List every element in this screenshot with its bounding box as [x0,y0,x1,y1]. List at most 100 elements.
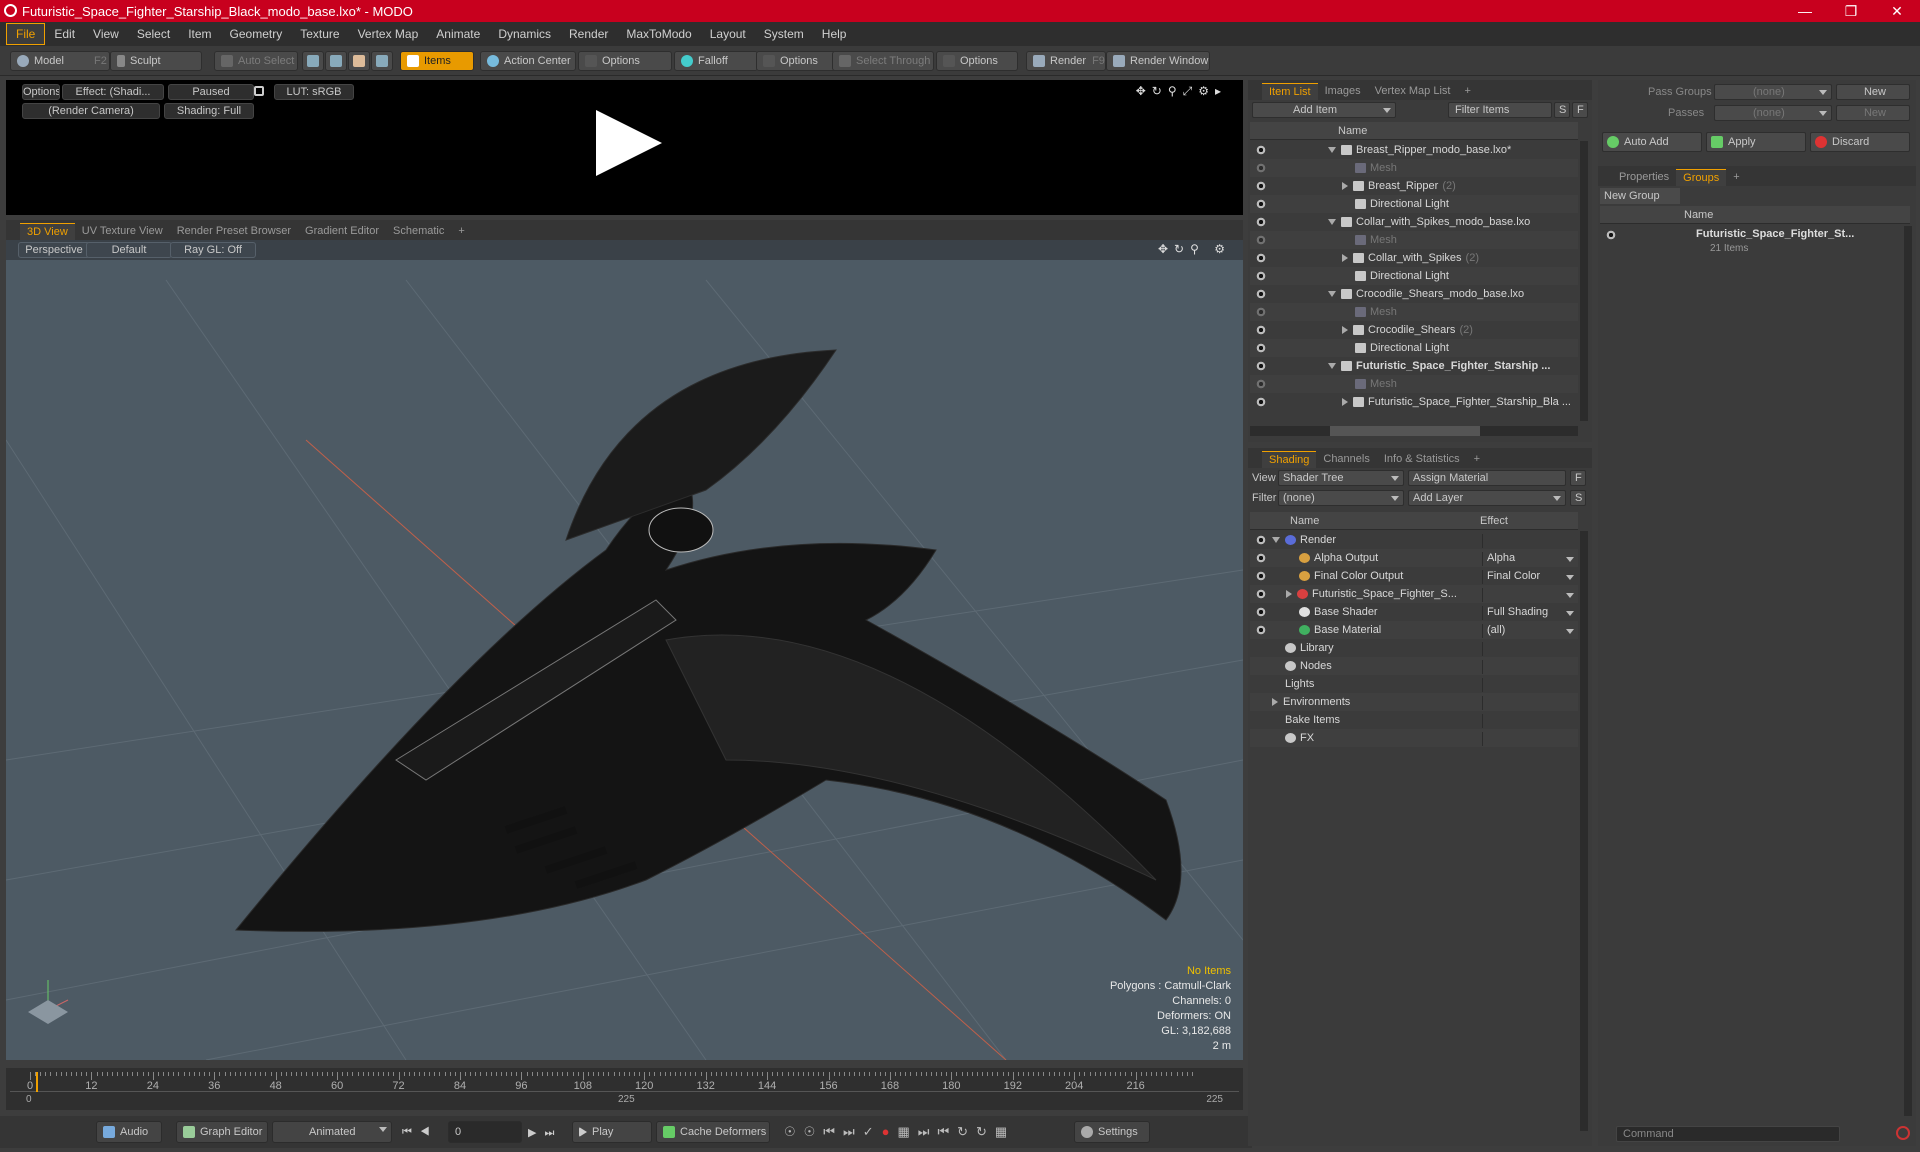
add-tab-icon[interactable]: + [1457,83,1477,100]
pass-groups-dropdown[interactable]: (none) [1714,84,1832,100]
filter-f-button[interactable]: F [1572,102,1588,118]
shader-tree-row[interactable]: Base Shader Full Shading [1250,603,1578,621]
menu-vertex-map[interactable]: Vertex Map [349,24,428,44]
eye-icon[interactable] [1256,145,1266,155]
frame-input[interactable]: 0 [448,1121,522,1143]
paused-toggle[interactable]: Paused [168,84,254,100]
menu-system[interactable]: System [755,24,813,44]
eye-icon[interactable] [1256,253,1266,263]
audio-button[interactable]: Audio [96,1121,162,1143]
maximize-button[interactable]: ❐ [1828,3,1874,20]
tab-images[interactable]: Images [1318,83,1368,100]
preview-nav-icons[interactable]: ✥↻⚲⤢⚙▸ [1136,84,1227,99]
item-list-row[interactable]: Collar_with_Spikes (2) [1250,249,1578,267]
edges-mode-button[interactable] [325,51,347,71]
items-mode-button[interactable]: Items [400,51,474,71]
tab-schematic[interactable]: Schematic [386,223,451,240]
add-tab-icon[interactable]: + [1467,451,1487,468]
play-button[interactable]: Play [572,1121,652,1143]
tab-info-statistics[interactable]: Info & Statistics [1377,451,1467,468]
effect-cell[interactable]: Alpha [1482,552,1578,566]
frame-step-back-icons[interactable]: ⏮◀ [402,1126,438,1139]
keyframe-tools-icons[interactable]: ☉☉⏮⏭✓●▦⏭⏮↻↻▦ [784,1124,1015,1140]
item-list-row[interactable]: Directional Light [1250,339,1578,357]
minimize-button[interactable]: — [1782,3,1828,19]
model-mode-button[interactable]: Model F2 [10,51,110,71]
shader-tree-row[interactable]: Base Material (all) [1250,621,1578,639]
action-center-options-button[interactable]: Options [578,51,672,71]
shading-s-button[interactable]: S [1570,490,1586,506]
eye-icon[interactable] [1256,397,1266,407]
effect-cell[interactable]: Final Color [1482,570,1578,584]
shader-tree-row[interactable]: Final Color Output Final Color [1250,567,1578,585]
expand-right-icon[interactable] [1342,398,1348,406]
item-list-row[interactable]: Breast_Ripper_modo_base.lxo* [1250,141,1578,159]
shader-tree-row[interactable]: FX [1250,729,1578,747]
expand-down-icon[interactable] [1328,219,1336,225]
menu-help[interactable]: Help [813,24,856,44]
expand-right-icon[interactable] [1342,254,1348,262]
view-dropdown[interactable]: Shader Tree [1278,470,1404,486]
auto-select-button[interactable]: Auto Select [214,51,298,71]
auto-add-button[interactable]: Auto Add [1602,132,1702,152]
new-group-button[interactable]: New Group [1600,188,1680,204]
item-list-row[interactable]: Collar_with_Spikes_modo_base.lxo [1250,213,1578,231]
vertical-scrollbar[interactable] [1580,141,1588,421]
eye-icon[interactable] [1256,163,1266,173]
shading-dropdown[interactable]: Shading: Full [164,103,254,119]
shader-tree-row[interactable]: Library [1250,639,1578,657]
effect-cell[interactable]: Full Shading [1482,606,1578,620]
horizontal-scrollbar[interactable] [1250,426,1578,436]
tab-render-preset-browser[interactable]: Render Preset Browser [170,223,298,240]
eye-icon[interactable] [1256,289,1266,299]
name-column-header[interactable]: Name [1684,209,1713,221]
eye-icon[interactable] [1256,307,1266,317]
expand-down-icon[interactable] [1328,147,1336,153]
apply-button[interactable]: Apply [1706,132,1806,152]
menu-file[interactable]: File [6,23,46,45]
ray-gl-dropdown[interactable]: Ray GL: Off [170,242,256,258]
tab-item-list[interactable]: Item List [1262,83,1318,100]
action-center-button[interactable]: Action Center [480,51,576,71]
tab-uv-texture-view[interactable]: UV Texture View [75,223,170,240]
expand-right-icon[interactable] [1286,590,1292,598]
item-list-row[interactable]: Futuristic_Space_Fighter_Starship_Bla ..… [1250,393,1578,411]
eye-icon[interactable] [1256,199,1266,209]
eye-icon[interactable] [1256,589,1266,599]
timeline[interactable]: 0 12 24 36 48 60 72 84 96 108 120 132 144 156 168 180 19… [6,1068,1243,1110]
play-icon[interactable] [596,110,662,176]
render-button[interactable]: Render F9 [1026,51,1106,71]
menu-animate[interactable]: Animate [427,24,489,44]
tab-channels[interactable]: Channels [1316,451,1376,468]
item-list-row[interactable]: Futuristic_Space_Fighter_Starship ... [1250,357,1578,375]
eye-icon[interactable] [1256,361,1266,371]
menu-view[interactable]: View [84,24,128,44]
effect-column-header[interactable]: Effect [1480,515,1508,527]
settings-button[interactable]: Settings [1074,1121,1150,1143]
preview-render-view[interactable]: Options Effect: (Shadi... Paused LUT: sR… [6,80,1243,215]
item-list-row[interactable]: Crocodile_Shears_modo_base.lxo [1250,285,1578,303]
eye-icon[interactable] [1256,271,1266,281]
eye-icon[interactable] [1256,553,1266,563]
item-list-row[interactable]: Mesh [1250,303,1578,321]
tab-shading[interactable]: Shading [1262,451,1317,468]
filter-dropdown[interactable]: (none) [1278,490,1404,506]
default-style-dropdown[interactable]: Default [86,242,172,258]
effect-dropdown[interactable]: Effect: (Shadi... [62,84,164,100]
expand-right-icon[interactable] [1342,182,1348,190]
render-window-button[interactable]: Render Window [1106,51,1210,71]
expand-right-icon[interactable] [1342,326,1348,334]
materials-mode-button[interactable] [371,51,393,71]
perspective-dropdown[interactable]: Perspective [18,242,90,258]
eye-icon[interactable] [1256,343,1266,353]
vertical-scrollbar[interactable] [1904,226,1912,1116]
timeline-ruler[interactable]: 0 12 24 36 48 60 72 84 96 108 120 132 144 156 168 180 19… [10,1072,1239,1092]
add-layer-dropdown[interactable]: Add Layer [1408,490,1566,506]
item-list-row[interactable]: Mesh [1250,159,1578,177]
name-column-header[interactable]: Name [1338,125,1367,137]
eye-icon[interactable] [1256,535,1266,545]
tab-3d-view[interactable]: 3D View [20,223,75,240]
cache-deformers-button[interactable]: Cache Deformers [656,1121,770,1143]
3d-viewport[interactable]: Perspective Default Ray GL: Off ✥↻⚲ ⚙ No… [6,240,1243,1060]
tab-gradient-editor[interactable]: Gradient Editor [298,223,386,240]
